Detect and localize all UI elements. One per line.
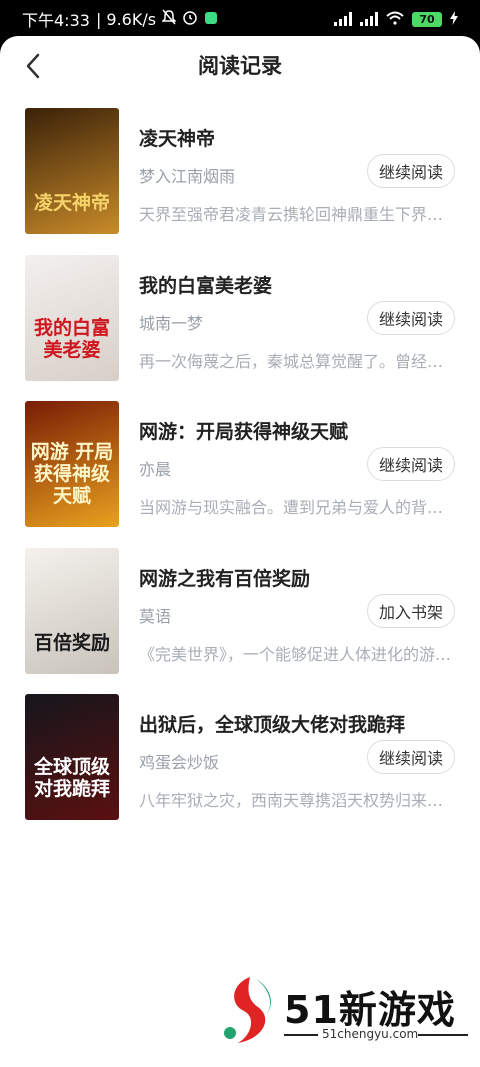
battery-icon: 70 [412,11,442,27]
book-item[interactable]: 我的白富美老婆 我的白富美老婆 城南一梦 继续阅读 再一次侮蔑之后，秦城总算觉醒… [0,254,480,402]
cover-title: 全球顶级 对我跪拜 [33,756,110,800]
book-title: 我的白富美老婆 [139,274,273,297]
book-author: 城南一梦 [139,313,204,333]
book-cover[interactable]: 全球顶级 对我跪拜 [25,694,119,820]
book-author: 亦晨 [139,460,172,479]
book-item[interactable]: 网游 开局获得神级天赋 网游：开局获得神级天赋 亦晨 继续阅读 当网游与现实融合… [0,401,480,548]
book-item[interactable]: 百倍奖励 网游之我有百倍奖励 莫语 加入书架 《完美世界》，一个能够促进人体进化… [0,547,480,695]
book-list: 凌天神帝 凌天神帝 梦入江南烟雨 继续阅读 天界至强帝君凌青云携轮回神鼎重生下界… [0,108,480,841]
network-speed: | 9.6K/s [95,9,157,29]
brand-logo-icon [224,977,271,1043]
book-author: 梦入江南烟雨 [139,167,236,186]
cover-title: 百倍奖励 [33,631,110,654]
book-item[interactable]: 凌天神帝 凌天神帝 梦入江南烟雨 继续阅读 天界至强帝君凌青云携轮回神鼎重生下界… [0,108,480,255]
book-description: 当网游与现实融合。遭到兄弟与爱人的背叛…… [139,498,455,517]
book-cover[interactable]: 我的白富美老婆 [25,254,119,381]
book-description: 八年牢狱之灾，西南天尊携滔天权势归来…… [139,791,455,810]
app-notification-icon [204,10,218,29]
charging-icon [450,10,458,29]
book-title: 出狱后，全球顶级大佬对我跪拜 [139,714,406,736]
continue-reading-button[interactable]: 继续阅读 [367,154,455,188]
status-time: 下午4:33 [22,11,90,30]
reading-history-screen: 阅读记录 凌天神帝 凌天神帝 梦入江南烟雨 继续阅读 天界至强帝君凌青云携轮回神… [0,36,480,1067]
watermark-brand: 51新游戏 [284,988,456,1032]
continue-reading-button[interactable]: 继续阅读 [367,447,455,481]
site-watermark: 51新游戏 51chengyu.com [222,975,472,1047]
book-title: 网游：开局获得神级天赋 [139,421,349,443]
book-description: 《完美世界》，一个能够促进人体进化的游戏…… [139,644,455,664]
book-cover[interactable]: 凌天神帝 [25,108,119,234]
page-title: 阅读记录 [198,54,282,78]
cover-title: 凌天神帝 [33,192,110,214]
watermark-divider [418,1034,468,1036]
continue-reading-button[interactable]: 继续阅读 [367,300,455,335]
cover-title: 网游 开局获得神级天赋 [30,441,114,507]
cover-title: 我的白富美老婆 [33,316,110,361]
signal-icon [334,12,352,26]
book-title: 凌天神帝 [139,128,216,150]
book-author: 莫语 [139,606,172,626]
book-description: 再一次侮蔑之后，秦城总算觉醒了。曾经…… [139,351,455,371]
book-description: 天界至强帝君凌青云携轮回神鼎重生下界…… [139,205,455,224]
book-cover[interactable]: 网游 开局获得神级天赋 [25,401,119,527]
wifi-icon [386,10,404,29]
watermark-url: 51chengyu.com [322,1027,419,1041]
status-bar: 下午4:33 | 9.6K/s 70 [0,0,480,38]
book-cover[interactable]: 百倍奖励 [25,547,119,674]
book-item[interactable]: 全球顶级 对我跪拜 出狱后，全球顶级大佬对我跪拜 鸡蛋会炒饭 继续阅读 八年牢狱… [0,694,480,841]
watermark-divider [284,1034,318,1036]
mute-icon [161,9,177,29]
continue-reading-button[interactable]: 继续阅读 [367,740,455,774]
header: 阅读记录 [0,36,480,98]
alarm-icon [182,9,198,29]
book-author: 鸡蛋会炒饭 [139,753,220,772]
book-title: 网游之我有百倍奖励 [139,567,311,590]
signal-icon-2 [360,12,378,26]
add-to-shelf-button[interactable]: 加入书架 [367,593,455,628]
